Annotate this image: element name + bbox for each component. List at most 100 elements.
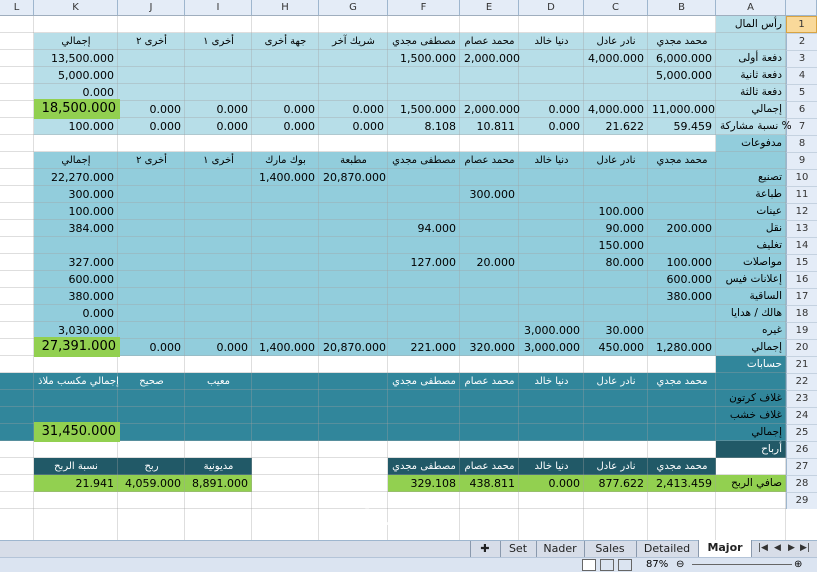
row-header-13[interactable]: 13 bbox=[786, 220, 817, 237]
column-header-l[interactable]: L bbox=[0, 0, 34, 16]
page-layout-icon[interactable] bbox=[600, 559, 614, 571]
column-header-c[interactable]: C bbox=[584, 0, 648, 16]
last-sheet-icon[interactable]: ▶| bbox=[800, 543, 810, 553]
zoom-out-icon[interactable]: ⊖ bbox=[676, 558, 684, 572]
row-header-27[interactable]: 27 bbox=[786, 458, 817, 475]
prev-sheet-icon[interactable]: ◀ bbox=[774, 543, 781, 553]
tab-sales[interactable]: Sales bbox=[584, 541, 635, 557]
next-sheet-icon[interactable]: ▶ bbox=[788, 543, 795, 553]
cell-value: 221.000 bbox=[410, 341, 457, 354]
zoom-in-icon[interactable]: ⊕ bbox=[794, 558, 802, 572]
column-label: أخرى ٢ bbox=[136, 155, 167, 166]
cell-value: 300.000 bbox=[68, 188, 115, 201]
column-header-e[interactable]: E bbox=[460, 0, 519, 16]
column-header-i[interactable]: I bbox=[185, 0, 252, 16]
column-header-g[interactable]: G bbox=[319, 0, 388, 16]
column-label: صحيح bbox=[139, 376, 164, 387]
row-header-10[interactable]: 10 bbox=[786, 169, 817, 186]
cell-value: 329.108 bbox=[410, 477, 457, 490]
cell-value: 380.000 bbox=[68, 290, 115, 303]
column-header-a[interactable]: A bbox=[716, 0, 786, 16]
row-header-14[interactable]: 14 bbox=[786, 237, 817, 254]
row-header-23[interactable]: 23 bbox=[786, 390, 817, 407]
row-header-19[interactable]: 19 bbox=[786, 322, 817, 339]
zoom-slider[interactable] bbox=[692, 564, 792, 565]
row-header-2[interactable]: 2 bbox=[786, 33, 817, 50]
row-label: غيره bbox=[762, 324, 782, 336]
tab-set[interactable]: Set bbox=[500, 541, 535, 557]
cell-value: 327.000 bbox=[68, 256, 115, 269]
row-label: دفعة ثانية bbox=[740, 69, 782, 81]
cell-value: 300.000 bbox=[469, 188, 516, 201]
column-header-j[interactable]: J bbox=[118, 0, 185, 16]
cell-value: 0.000 bbox=[352, 103, 385, 116]
column-label: نادر عادل bbox=[596, 155, 636, 166]
column-header-b[interactable]: B bbox=[648, 0, 716, 16]
cell-value: 80.000 bbox=[605, 256, 645, 269]
gridline bbox=[583, 16, 584, 540]
insert-sheet-icon[interactable]: ✚ bbox=[470, 541, 499, 557]
row-header-20[interactable]: 20 bbox=[786, 339, 817, 356]
row-header-29[interactable]: 29 bbox=[786, 492, 817, 509]
row-header-3[interactable]: 3 bbox=[786, 50, 817, 67]
row-header-16[interactable]: 16 bbox=[786, 271, 817, 288]
column-label: دنيا خالد bbox=[534, 36, 569, 47]
zoom-level[interactable]: 87% bbox=[646, 558, 668, 572]
column-label: محمد مجدي bbox=[656, 155, 708, 166]
row-header-4[interactable]: 4 bbox=[786, 67, 817, 84]
row-header-9[interactable]: 9 bbox=[786, 152, 817, 169]
cell-value: 20,870.000 bbox=[323, 341, 386, 354]
spreadsheet-grid[interactable]: L K J I H G F E D C B A 1 2 3 4 5 6 7 8 9 10 11 12 13 14 15 16 17 18 1… bbox=[0, 0, 817, 540]
column-label: أخرى ١ bbox=[203, 36, 234, 47]
row-header-8[interactable]: 8 bbox=[786, 135, 817, 152]
row-header-11[interactable]: 11 bbox=[786, 186, 817, 203]
cell-value: 0.000 bbox=[352, 120, 385, 133]
cell-value: 90.000 bbox=[605, 222, 645, 235]
row-label: طباعة bbox=[755, 188, 782, 200]
cell-value: 0.000 bbox=[149, 341, 182, 354]
row-header-15[interactable]: 15 bbox=[786, 254, 817, 271]
row-header-28[interactable]: 28 bbox=[786, 475, 817, 492]
cell-value: 384.000 bbox=[68, 222, 115, 235]
gridline bbox=[387, 16, 388, 540]
cell-value: 4,000.000 bbox=[588, 103, 644, 116]
column-header-f[interactable]: F bbox=[388, 0, 460, 16]
capital-title: رأس المال bbox=[734, 18, 782, 30]
cell-value: 1,280.000 bbox=[656, 341, 712, 354]
column-label: إجمالي bbox=[61, 155, 91, 166]
cell-value: 59.459 bbox=[673, 120, 713, 133]
tab-nader[interactable]: Nader bbox=[536, 541, 583, 557]
row-header-26[interactable]: 26 bbox=[786, 441, 817, 458]
column-label: مطبعة bbox=[340, 155, 367, 166]
page-break-icon[interactable] bbox=[618, 559, 632, 571]
row-header-21[interactable]: 21 bbox=[786, 356, 817, 373]
row-header-25[interactable]: 25 bbox=[786, 424, 817, 441]
first-sheet-icon[interactable]: |◀ bbox=[758, 543, 768, 553]
tab-detailed[interactable]: Detailed bbox=[636, 541, 697, 557]
normal-view-icon[interactable] bbox=[582, 559, 596, 571]
capital-total-box: 18,500.000 bbox=[34, 99, 120, 119]
watermark-text: mostaql.com bbox=[350, 528, 416, 538]
row-label: إجمالي bbox=[751, 341, 782, 353]
column-header-h[interactable]: H bbox=[252, 0, 319, 16]
select-all-corner[interactable] bbox=[786, 0, 817, 16]
row-label: هالك / هدايا bbox=[730, 307, 782, 319]
row-header-6[interactable]: 6 bbox=[786, 101, 817, 118]
column-label: ربح bbox=[144, 461, 159, 472]
cell-value: 2,413.459 bbox=[656, 477, 712, 490]
row-header-22[interactable]: 22 bbox=[786, 373, 817, 390]
cell-value: 1,500.000 bbox=[400, 103, 456, 116]
row-header-5[interactable]: 5 bbox=[786, 84, 817, 101]
cell-value: 21.941 bbox=[75, 477, 115, 490]
column-header-d[interactable]: D bbox=[519, 0, 584, 16]
row-header-17[interactable]: 17 bbox=[786, 288, 817, 305]
column-label: محمد عصام bbox=[464, 155, 515, 166]
cell-value: 0.000 bbox=[216, 103, 249, 116]
row-header-18[interactable]: 18 bbox=[786, 305, 817, 322]
row-header-1[interactable]: 1 bbox=[786, 16, 817, 33]
gridline bbox=[647, 16, 648, 540]
cell-value: 6,000.000 bbox=[656, 52, 712, 65]
column-header-k[interactable]: K bbox=[34, 0, 118, 16]
row-header-24[interactable]: 24 bbox=[786, 407, 817, 424]
row-header-12[interactable]: 12 bbox=[786, 203, 817, 220]
